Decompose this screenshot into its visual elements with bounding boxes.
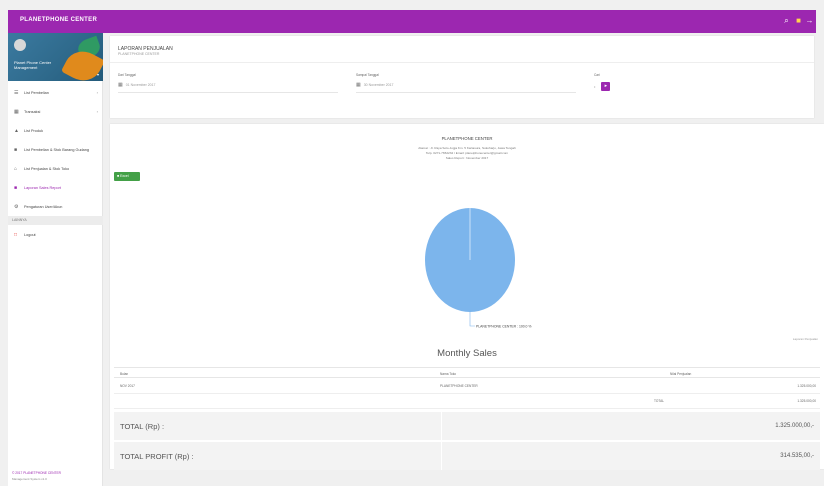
- search-label: Cari: [594, 73, 600, 77]
- sidebar-section-header: LAINNYA: [8, 216, 103, 225]
- box-icon: ■: [14, 146, 18, 153]
- search-small-icon: •: [594, 84, 596, 89]
- grid-icon: ▦: [14, 108, 19, 115]
- sidebar-item-label: Transaksi: [24, 109, 41, 114]
- divider: [441, 442, 442, 470]
- divider: [441, 412, 442, 440]
- sidebar-item-label: Pengaturan User/Akun: [24, 204, 63, 209]
- profile-menu-caret-icon[interactable]: ▾: [97, 72, 99, 77]
- sidebar: Planet Phone Center Management ▾ ☰ List …: [8, 33, 103, 486]
- total-profit-row: TOTAL PROFIT (Rp) : 314.535,00,-: [114, 442, 820, 470]
- date-to-value[interactable]: 30 November 2017: [364, 83, 394, 87]
- field-underline: [356, 92, 576, 93]
- avatar[interactable]: [14, 39, 26, 51]
- sidebar-item-logout[interactable]: □ Logout: [8, 225, 103, 244]
- total-value: 1.325.000,00,-: [775, 423, 814, 429]
- field-underline: [118, 92, 338, 93]
- calendar-icon: ▦: [118, 82, 123, 88]
- date-to-field[interactable]: Sampai Tanggal ▦ 30 November 2017: [356, 73, 576, 93]
- app-brand[interactable]: PLANETPHONE CENTER: [20, 17, 97, 23]
- cell-total-value: 1.325.000,00: [797, 399, 816, 403]
- profile-role: Management: [14, 65, 38, 70]
- bell-icon[interactable]: ■: [794, 16, 803, 26]
- sidebar-item-label: List Produk: [24, 128, 43, 133]
- store-icon: ⌂: [14, 165, 18, 172]
- chevron-right-icon: ›: [96, 109, 98, 114]
- report-filter-card: LAPORAN PENJUALAN PLANETPHONE CENTER Dar…: [110, 36, 814, 118]
- monthly-sales-title: Monthly Sales: [437, 348, 497, 359]
- sidebar-item-sales-report[interactable]: ■ Laporan Sales Report: [8, 178, 103, 197]
- page-subtitle: PLANETPHONE CENTER: [118, 52, 160, 56]
- calendar-icon: ▦: [356, 82, 361, 88]
- chevron-right-icon: ›: [96, 90, 98, 95]
- chart-export-note[interactable]: Laporan Penjualan: [793, 337, 818, 341]
- search-button[interactable]: ▸: [601, 82, 611, 91]
- sidebar-item-pengaturan[interactable]: ⚙ Pengaturan User/Akun: [8, 197, 103, 216]
- column-header-nilai[interactable]: Nilai Penjualan: [670, 372, 691, 376]
- cell-nilai: 1.325.000,00: [797, 384, 816, 388]
- sidebar-item-list-pembelian[interactable]: ☰ List Pembelian ›: [8, 83, 103, 102]
- cell-bulan: NOV 2017: [120, 384, 135, 388]
- sales-report-card: PLANETPHONE CENTER Alamat : Jl. Raya Sol…: [110, 124, 824, 470]
- total-summary-row: TOTAL (Rp) : 1.325.000,00,-: [114, 412, 820, 440]
- search-icon[interactable]: ⌕: [782, 16, 791, 26]
- logout-icon[interactable]: →: [805, 16, 814, 26]
- sidebar-item-label: Logout: [24, 232, 36, 237]
- table-row: TOTAL 1.325.000,00: [114, 395, 820, 409]
- top-app-bar: PLANETPHONE CENTER ⌕ ■ →: [8, 10, 816, 33]
- logout-icon: □: [14, 231, 18, 238]
- sidebar-item-label: List Pembelian & Stok Barang Gudang: [24, 147, 90, 152]
- sidebar-item-label: List Pembelian: [24, 90, 49, 95]
- footer-copyright: © 2017 PLANETPHONE CENTER: [12, 471, 61, 475]
- pie-label-connector: [469, 312, 475, 327]
- sidebar-item-stok-gudang[interactable]: ■ List Pembelian & Stok Barang Gudang: [8, 140, 103, 159]
- date-from-value[interactable]: 01 November 2017: [126, 83, 156, 87]
- profile-info: Planet Phone Center Management: [14, 60, 64, 70]
- footer-version: Management System v1.0: [12, 477, 47, 481]
- table-row: NOV 2017 PLANETPHONE CENTER 1.325.000,00: [114, 380, 820, 394]
- total-profit-label: TOTAL PROFIT (Rp) :: [120, 452, 194, 461]
- date-from-field[interactable]: Dari Tanggal ▦ 01 November 2017: [118, 73, 338, 93]
- sidebar-item-transaksi[interactable]: ▦ Transaksi ›: [8, 102, 103, 121]
- sidebar-item-list-produk[interactable]: ▲ List Produk: [8, 121, 103, 140]
- total-profit-value: 314.535,00,-: [780, 453, 814, 459]
- table-header: Bulan Nama Toko Nilai Penjualan: [114, 367, 820, 378]
- divider: [110, 62, 814, 63]
- total-label: TOTAL (Rp) :: [120, 422, 165, 431]
- sidebar-nav: ☰ List Pembelian › ▦ Transaksi › ▲ List …: [8, 83, 103, 244]
- pie-data-label: PLANETPHONE CENTER : 100.0 %: [476, 325, 531, 329]
- search-field: Cari • ▸: [594, 73, 611, 91]
- sidebar-item-label: List Penjualan & Stok Toko: [24, 166, 70, 171]
- report-icon: ■: [14, 184, 18, 191]
- settings-icon: ⚙: [14, 203, 19, 210]
- sales-pie-chart: PLANETPHONE CENTER : 100.0 %: [425, 208, 531, 329]
- column-header-nama-toko[interactable]: Nama Toko: [440, 372, 456, 376]
- column-header-bulan[interactable]: Bulan: [120, 372, 128, 376]
- cell-total-label: TOTAL: [654, 399, 664, 403]
- sidebar-item-stok-toko[interactable]: ⌂ List Penjualan & Stok Toko: [8, 159, 103, 178]
- sidebar-item-label: Laporan Sales Report: [24, 185, 61, 190]
- cell-nama-toko: PLANETPHONE CENTER: [440, 384, 478, 388]
- list-icon: ☰: [14, 89, 19, 96]
- tag-icon: ▲: [14, 127, 19, 134]
- user-profile-banner: Planet Phone Center Management ▾: [8, 33, 103, 81]
- date-from-label: Dari Tanggal: [118, 73, 136, 77]
- date-to-label: Sampai Tanggal: [356, 73, 379, 77]
